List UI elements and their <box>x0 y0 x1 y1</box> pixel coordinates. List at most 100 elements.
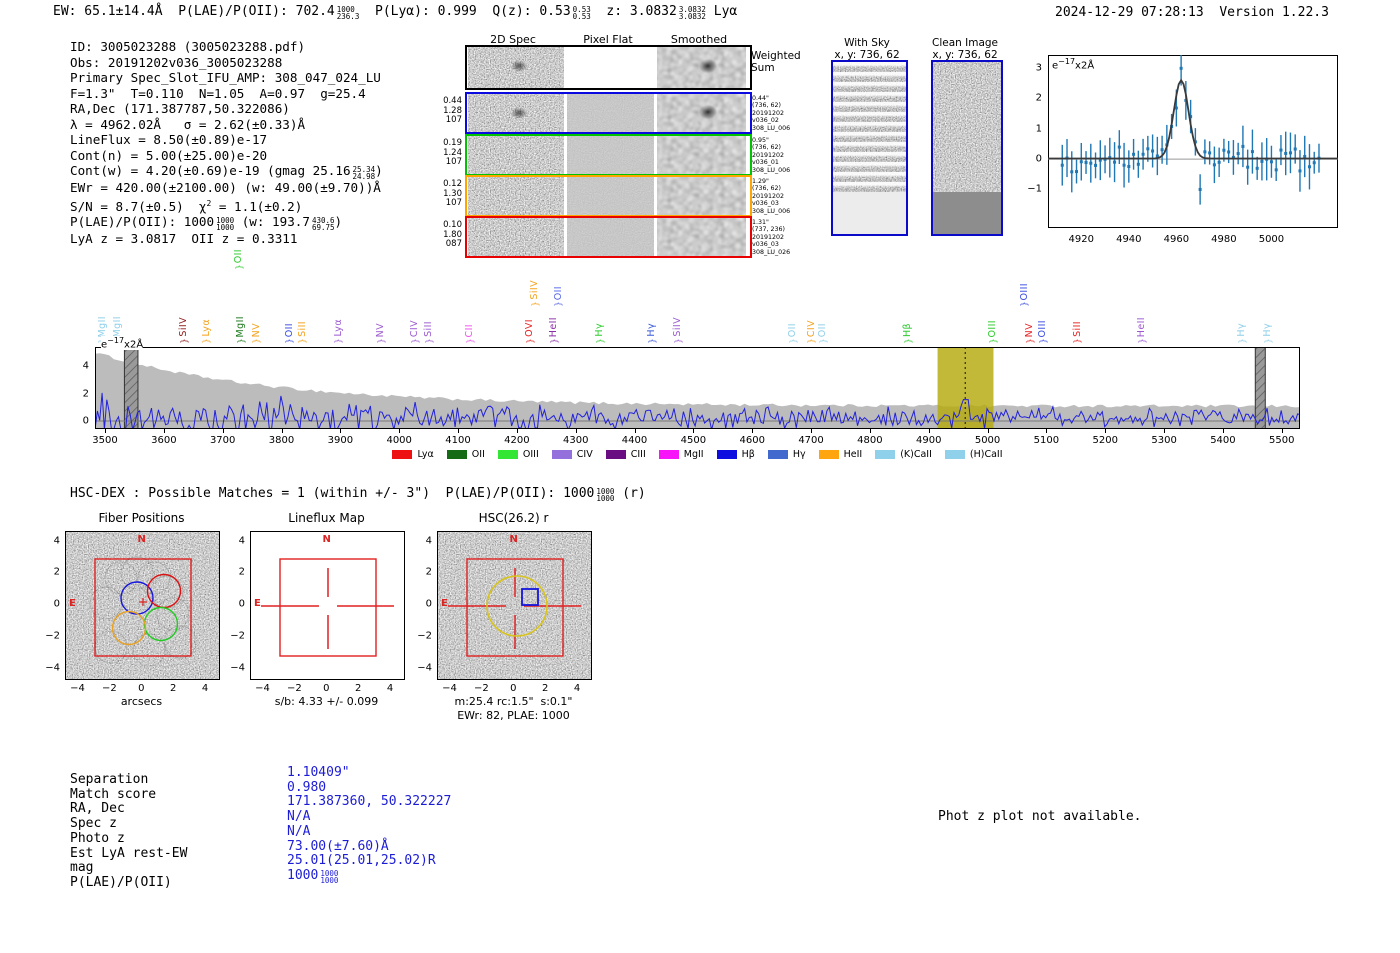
cutout-xlabel: s/b: 4.33 +/- 0.099 <box>274 695 379 708</box>
x-tick-mark <box>399 429 401 433</box>
x-tick-label: 0 <box>510 683 517 694</box>
x-tick-label: 3800 <box>268 435 295 446</box>
y-tick-label: 4 <box>53 535 60 546</box>
info-line: LyA z = 3.0817 OII z = 0.3311 <box>70 231 298 247</box>
x-tick-label: 4000 <box>386 435 412 446</box>
spectrum-legend: Lyα OII OIII CIV CIII MgII Hβ Hγ HeII (K)CaII (H)C… <box>95 449 1300 460</box>
cutout-plot <box>437 531 592 680</box>
x-tick-label: −2 <box>474 683 489 694</box>
line-label-SiII: SiII{ <box>296 321 308 344</box>
spectrum-plot-area <box>94 346 1301 433</box>
line-label-OIII: OIII{ <box>1036 319 1048 344</box>
legend-item: Lyα <box>392 449 434 460</box>
legend-swatch <box>818 450 839 459</box>
x-tick-label: 4300 <box>562 435 589 446</box>
line-label-OII: OII{ <box>233 248 245 270</box>
noise-area <box>833 62 906 192</box>
compass-north: N <box>137 534 146 545</box>
y-tick-label: 4 <box>238 535 245 546</box>
y-tick-label: 4 <box>82 360 89 372</box>
x-tick-label: 4600 <box>739 435 765 446</box>
compass-east: E <box>69 597 76 609</box>
line-label-SiII: SiII{ <box>423 321 435 344</box>
x-tick-label: 4 <box>573 683 581 694</box>
weighted-sum-label: Weighted Sum <box>751 50 801 74</box>
info-line: Cont(n) = 5.00(±25.00)e-20 <box>70 147 268 163</box>
spec2d-row-left-label: 0.44 1.28 107 <box>443 96 462 125</box>
match-row-label: Est LyA rest-EW <box>70 845 188 861</box>
cutout-panel-title: Fiber Positions <box>98 511 185 525</box>
compass-east: E <box>441 597 448 609</box>
y-tick-label: 4 <box>425 535 432 546</box>
line-label-OII: OII{ <box>552 285 564 307</box>
smoothed-image <box>657 177 746 215</box>
info-line: P(LAE)/P(OII): 1000 1000 1000 (w: 193.7 430… <box>70 214 343 233</box>
x-tick-mark <box>987 429 989 433</box>
line-label-SiIV: SiIV{ <box>671 317 683 344</box>
x-tick-label: 4700 <box>798 435 824 446</box>
elixer-detection-report: EW: 65.1±14.4Å P(LAE)/P(OII): 702.4 1000 2… <box>0 0 1400 953</box>
line-label-OVI: OVI{ <box>524 319 536 344</box>
legend-swatch <box>605 450 626 459</box>
y-tick-label: −2 <box>417 630 432 642</box>
line-label-OIII: OIII{ <box>986 319 998 344</box>
legend-label: CIV <box>576 449 593 460</box>
x-tick-mark <box>163 429 165 433</box>
match-row-label: Match score <box>70 786 157 802</box>
x-tick-mark <box>1105 429 1107 433</box>
x-tick-mark <box>1281 429 1283 433</box>
legend-swatch <box>551 450 572 459</box>
match-row-label: mag <box>70 860 94 876</box>
x-tick-label: 0 <box>138 683 145 694</box>
x-tick-label: 4200 <box>504 435 530 446</box>
y-tick-label: −2 <box>45 630 60 642</box>
x-tick-mark <box>869 429 871 433</box>
legend-item: HeII <box>818 449 863 460</box>
smoothed-image <box>657 218 746 256</box>
x-tick-label: 4900 <box>915 435 942 446</box>
legend-item: MgII <box>658 449 704 460</box>
smoothed-image <box>657 94 746 132</box>
x-tick-label: 3700 <box>209 435 236 446</box>
x-tick-label: 4960 <box>1163 234 1190 245</box>
spec2d-row <box>465 216 752 258</box>
line-label-Hβ: Hβ{ <box>902 322 914 344</box>
spec2d-row-right-label: 1.29" (736, 62) 20191202 v036_03 308_LU_006 <box>752 178 791 215</box>
legend-item: CIII <box>605 449 646 460</box>
spec2d-row-right-label: 0.95" (736, 62) 20191202 v036_01 308_LU_006 <box>752 137 791 174</box>
x-tick-mark <box>1046 429 1048 433</box>
flux-unit-label: e−17x2Å <box>101 336 144 351</box>
legend-swatch <box>944 450 965 459</box>
x-tick-mark <box>928 429 930 433</box>
legend-item: Hγ <box>767 449 806 460</box>
info-line: LineFlux = 8.50(±0.89)e-17 <box>70 132 268 147</box>
x-tick-label: −2 <box>287 683 302 694</box>
legend-label: Lyα <box>417 449 434 460</box>
match-row-label: Photo z <box>70 830 125 846</box>
blank-area <box>833 192 906 234</box>
info-line: ID: 3005023288 (3005023288.pdf) <box>70 39 306 54</box>
legend-label: (K)CaII <box>900 449 932 460</box>
line-label-NV: NV{ <box>374 322 386 344</box>
fit-plot-area <box>1048 51 1338 232</box>
y-tick-label: 2 <box>425 566 432 578</box>
spec2d-row-left-label: 0.19 1.24 107 <box>443 138 462 167</box>
flux-unit-label: e−17x2Å <box>1052 57 1095 72</box>
y-tick-label: 0 <box>425 598 432 610</box>
info-line: λ = 4962.02Å σ = 2.62(±0.33)Å <box>70 116 306 132</box>
cutout-plot <box>250 531 405 680</box>
spec2d-row <box>465 92 752 134</box>
line-label-OIII: OIII{ <box>1018 282 1030 307</box>
spec2d-image <box>468 177 564 215</box>
line-label-Hγ: Hγ{ <box>594 323 606 344</box>
line-label-NV: NV{ <box>250 322 262 344</box>
x-tick-label: 4920 <box>1068 234 1094 245</box>
x-tick-label: 5200 <box>1092 435 1118 446</box>
x-tick-label: 3900 <box>327 435 354 446</box>
photz-note: Phot z plot not available. <box>938 809 1142 824</box>
header-summary: EW: 65.1±14.4Å P(LAE)/P(OII): 702.4 1000 2… <box>53 4 738 21</box>
legend-label: HeII <box>843 449 863 460</box>
x-tick-label: 4100 <box>445 435 471 446</box>
x-tick-mark <box>575 429 577 433</box>
x-tick-mark <box>1222 429 1224 433</box>
